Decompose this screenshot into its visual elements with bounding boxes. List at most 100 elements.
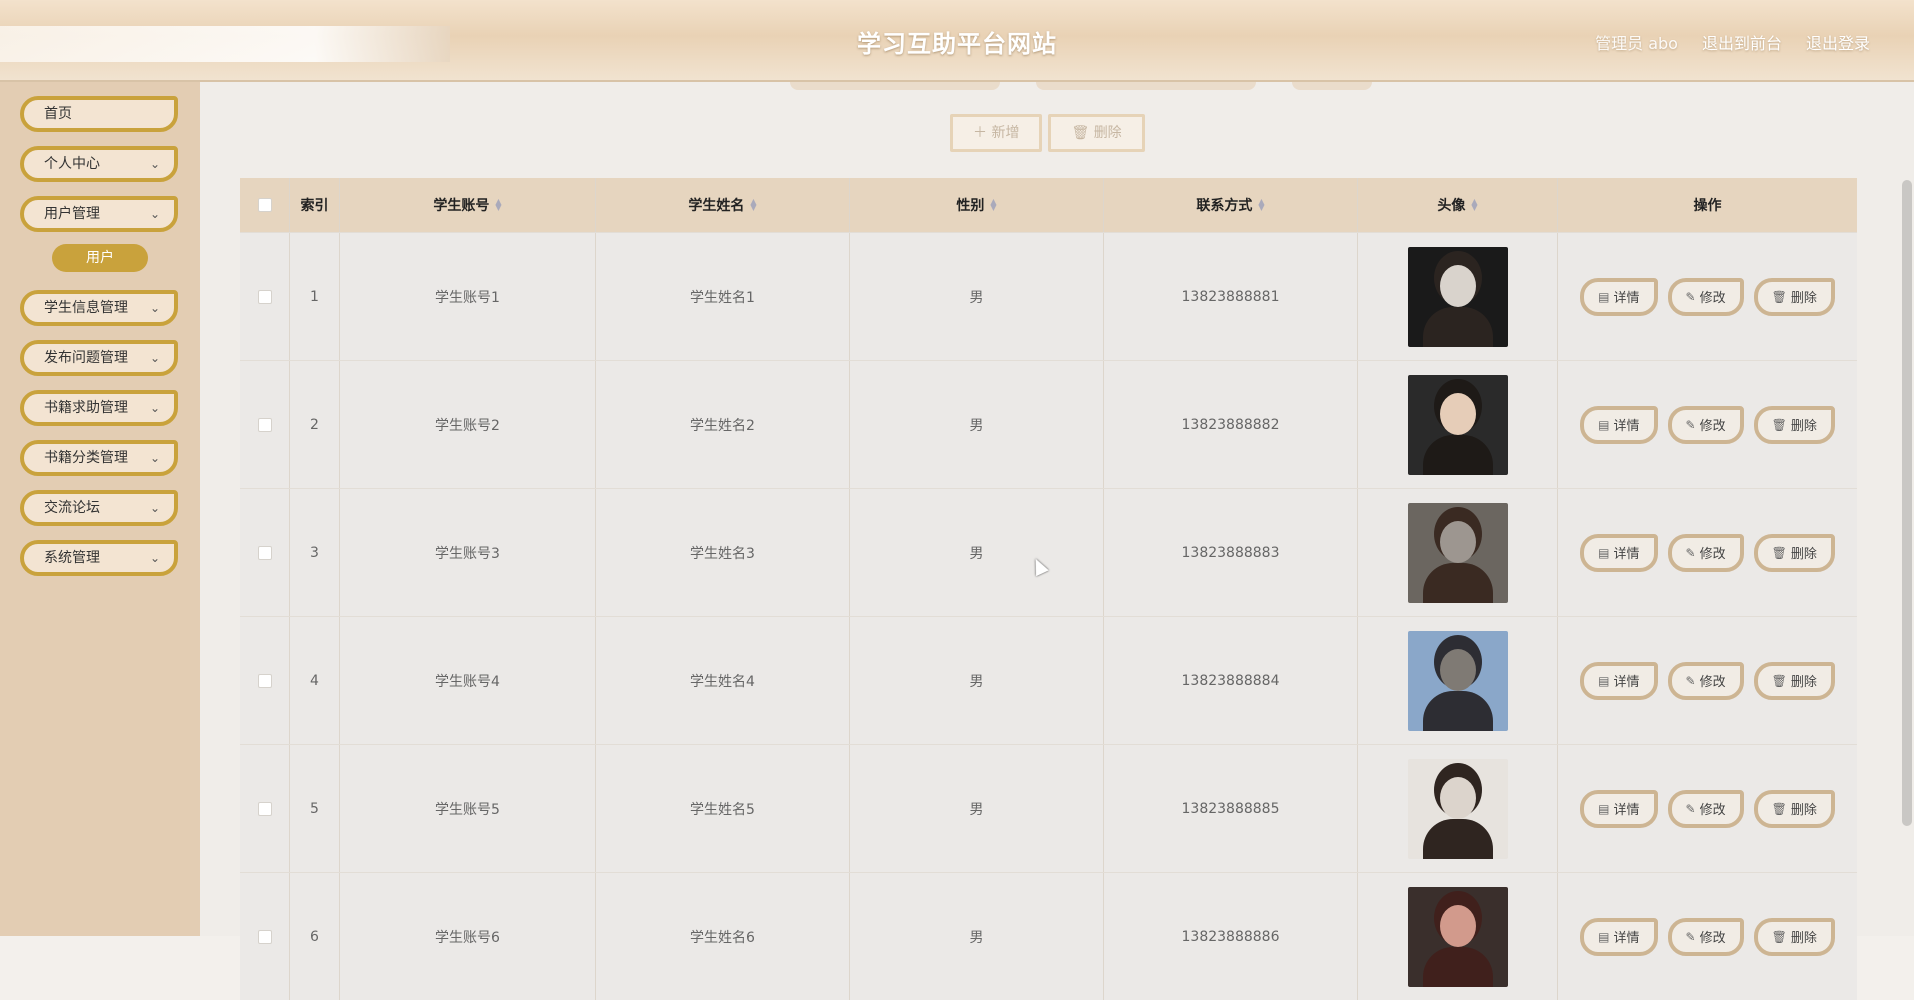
- select-all-checkbox[interactable]: [257, 198, 272, 212]
- cell-name: 学生姓名2: [596, 361, 850, 488]
- column-header-avatar[interactable]: 头像 ▲ ▼: [1358, 178, 1558, 232]
- delete-button[interactable]: 🗑 删除: [1753, 661, 1835, 700]
- row-select-cell: [240, 233, 290, 360]
- trash-icon: 🗑: [1771, 801, 1787, 816]
- add-button[interactable]: ＋ 新增: [950, 114, 1043, 152]
- detail-label: 详情: [1613, 419, 1640, 434]
- sidebar: 首页 个人中心 ⌄ 用户管理 ⌄ 用户 学生信息管理 ⌄ 发布问题管理 ⌄ 书籍…: [0, 82, 200, 936]
- edit-button[interactable]: ✎ 修改: [1667, 405, 1744, 444]
- cell-phone: 13823888883: [1104, 489, 1358, 616]
- edit-label: 修改: [1699, 675, 1726, 690]
- trash-icon: 🗑: [1771, 673, 1787, 688]
- detail-button[interactable]: ▤ 详情: [1580, 917, 1658, 956]
- column-label: 联系方式: [1196, 198, 1253, 214]
- cell-phone: 13823888886: [1104, 873, 1358, 1000]
- sidebar-item-questions[interactable]: 发布问题管理 ⌄: [20, 340, 178, 376]
- sidebar-item-label: 学生信息管理: [44, 300, 128, 316]
- sidebar-item-user-management[interactable]: 用户管理 ⌄: [20, 196, 178, 232]
- column-header-gender[interactable]: 性别 ▲ ▼: [850, 178, 1104, 232]
- decor-tab: [790, 82, 1000, 90]
- column-label: 操作: [1693, 198, 1722, 214]
- table-row: 3 学生账号3 学生姓名3 男 13823888883 ▤ 详情 ✎ 修改 🗑 删除: [240, 488, 1857, 616]
- table-row: 6 学生账号6 学生姓名6 男 13823888886 ▤ 详情 ✎ 修改 🗑 删除: [240, 872, 1857, 1000]
- edit-button[interactable]: ✎ 修改: [1667, 533, 1744, 572]
- batch-delete-button[interactable]: 🗑 删除: [1048, 114, 1145, 152]
- search-area-remnant: [790, 82, 1372, 90]
- detail-button[interactable]: ▤ 详情: [1580, 277, 1658, 316]
- delete-button[interactable]: 🗑 删除: [1753, 277, 1835, 316]
- delete-label: 删除: [1790, 419, 1817, 434]
- avatar[interactable]: [1407, 630, 1508, 731]
- sort-icon[interactable]: ▲ ▼: [990, 198, 996, 212]
- add-button-label: 新增: [991, 125, 1020, 141]
- sidebar-item-book-category[interactable]: 书籍分类管理 ⌄: [20, 440, 178, 476]
- row-checkbox[interactable]: [257, 545, 272, 560]
- detail-label: 详情: [1613, 675, 1640, 690]
- avatar[interactable]: [1407, 758, 1508, 859]
- sort-icon[interactable]: ▲ ▼: [750, 198, 756, 212]
- cell-phone: 13823888885: [1104, 745, 1358, 872]
- row-checkbox[interactable]: [257, 289, 272, 304]
- detail-button[interactable]: ▤ 详情: [1580, 789, 1658, 828]
- cell-avatar: [1358, 489, 1558, 616]
- column-header-name[interactable]: 学生姓名 ▲ ▼: [596, 178, 850, 232]
- sidebar-item-book-help[interactable]: 书籍求助管理 ⌄: [20, 390, 178, 426]
- avatar[interactable]: [1407, 246, 1508, 347]
- logout-link[interactable]: 退出登录: [1806, 30, 1870, 54]
- sidebar-item-student-info[interactable]: 学生信息管理 ⌄: [20, 290, 178, 326]
- chevron-down-icon: ⌄: [149, 301, 160, 315]
- edit-label: 修改: [1699, 547, 1726, 562]
- submenu-item-user[interactable]: 用户: [52, 244, 148, 272]
- row-checkbox[interactable]: [257, 673, 272, 688]
- edit-button[interactable]: ✎ 修改: [1667, 917, 1744, 956]
- detail-label: 详情: [1613, 931, 1640, 946]
- avatar[interactable]: [1407, 374, 1508, 475]
- row-checkbox[interactable]: [257, 417, 272, 432]
- detail-button[interactable]: ▤ 详情: [1580, 661, 1658, 700]
- delete-label: 删除: [1790, 547, 1817, 562]
- trash-icon: 🗑: [1771, 289, 1787, 304]
- cell-account: 学生账号1: [340, 233, 596, 360]
- table-row: 1 学生账号1 学生姓名1 男 13823888881 ▤ 详情 ✎ 修改 🗑 删除: [240, 232, 1857, 360]
- sort-icon[interactable]: ▲ ▼: [1471, 198, 1477, 212]
- column-header-phone[interactable]: 联系方式 ▲ ▼: [1104, 178, 1358, 232]
- avatar[interactable]: [1407, 502, 1508, 603]
- delete-button[interactable]: 🗑 删除: [1753, 533, 1835, 572]
- sidebar-item-forum[interactable]: 交流论坛 ⌄: [20, 490, 178, 526]
- sidebar-item-personal-center[interactable]: 个人中心 ⌄: [20, 146, 178, 182]
- detail-label: 详情: [1613, 291, 1640, 306]
- column-header-account[interactable]: 学生账号 ▲ ▼: [340, 178, 596, 232]
- cell-name: 学生姓名1: [596, 233, 850, 360]
- row-checkbox[interactable]: [257, 929, 272, 944]
- cell-account: 学生账号3: [340, 489, 596, 616]
- delete-button[interactable]: 🗑 删除: [1753, 917, 1835, 956]
- sidebar-item-label: 发布问题管理: [44, 350, 128, 366]
- chevron-down-icon: ⌄: [149, 207, 160, 221]
- scrollbar[interactable]: [1902, 180, 1912, 826]
- column-label: 索引: [300, 198, 329, 214]
- cell-name: 学生姓名4: [596, 617, 850, 744]
- back-to-front-link[interactable]: 退出到前台: [1702, 30, 1782, 54]
- avatar[interactable]: [1407, 886, 1508, 987]
- sidebar-item-home[interactable]: 首页: [20, 96, 178, 132]
- decor-tab: [1292, 82, 1372, 90]
- select-all-cell: [240, 178, 290, 232]
- sidebar-item-system[interactable]: 系统管理 ⌄: [20, 540, 178, 576]
- sort-icon[interactable]: ▲ ▼: [1258, 198, 1264, 212]
- edit-button[interactable]: ✎ 修改: [1667, 789, 1744, 828]
- pencil-icon: ✎: [1685, 929, 1696, 944]
- detail-button[interactable]: ▤ 详情: [1580, 405, 1658, 444]
- edit-button[interactable]: ✎ 修改: [1667, 661, 1744, 700]
- edit-button[interactable]: ✎ 修改: [1667, 277, 1744, 316]
- detail-button[interactable]: ▤ 详情: [1580, 533, 1658, 572]
- chevron-down-icon: ⌄: [149, 501, 160, 515]
- detail-label: 详情: [1613, 803, 1640, 818]
- sort-icon[interactable]: ▲ ▼: [495, 198, 501, 212]
- cell-actions: ▤ 详情 ✎ 修改 🗑 删除: [1558, 233, 1857, 360]
- row-checkbox[interactable]: [257, 801, 272, 816]
- delete-button[interactable]: 🗑 删除: [1753, 405, 1835, 444]
- document-icon: ▤: [1598, 801, 1610, 816]
- decor-tab: [1036, 82, 1256, 90]
- delete-button[interactable]: 🗑 删除: [1753, 789, 1835, 828]
- sidebar-item-label: 用户管理: [44, 206, 100, 222]
